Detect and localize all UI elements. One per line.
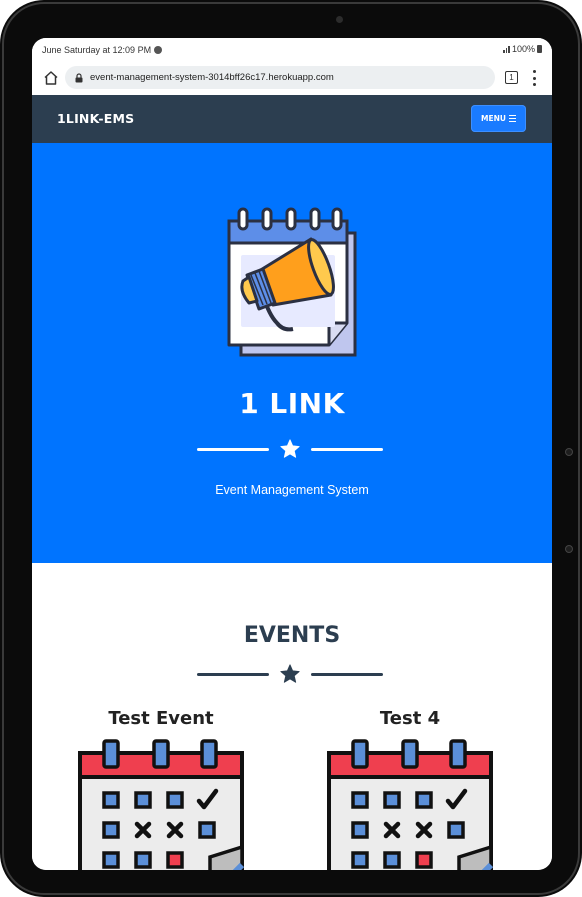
hamburger-icon bbox=[508, 115, 516, 122]
calendar-icon[interactable] bbox=[327, 739, 493, 870]
hero-section: 1 LINK Event Management System bbox=[32, 143, 552, 563]
events-divider bbox=[197, 663, 383, 685]
calendar-icon[interactable] bbox=[78, 739, 244, 870]
site-navbar: 1LINK-EMS MENU bbox=[32, 95, 552, 143]
address-bar[interactable]: event-management-system-3014bff26c17.her… bbox=[65, 66, 495, 89]
event-title[interactable]: Test 4 bbox=[310, 708, 510, 729]
menu-button[interactable]: MENU bbox=[471, 105, 526, 132]
hero-title: 1 LINK bbox=[239, 387, 345, 420]
side-button bbox=[565, 448, 573, 456]
screen: June Saturday at 12:09 PM 100% event-man… bbox=[32, 38, 552, 870]
event-title[interactable]: Test Event bbox=[61, 708, 261, 729]
megaphone-calendar-icon bbox=[227, 207, 357, 357]
tab-switcher-button[interactable]: 1 bbox=[505, 71, 518, 84]
hero-divider bbox=[197, 438, 383, 460]
message-icon bbox=[154, 46, 163, 54]
status-bar: June Saturday at 12:09 PM 100% bbox=[32, 38, 552, 62]
events-section: EVENTS Test Event Test 4 bbox=[32, 563, 552, 870]
front-camera bbox=[336, 16, 343, 23]
side-button bbox=[565, 545, 573, 553]
status-time: June Saturday at 12:09 PM bbox=[42, 45, 163, 55]
star-icon bbox=[280, 664, 300, 683]
hero-subtitle: Event Management System bbox=[215, 483, 369, 497]
battery-icon bbox=[537, 45, 542, 53]
event-card[interactable]: Test 4 bbox=[310, 708, 510, 870]
home-icon[interactable] bbox=[42, 69, 60, 87]
lock-icon bbox=[75, 72, 83, 82]
events-heading: EVENTS bbox=[243, 623, 341, 648]
star-icon bbox=[280, 439, 300, 458]
tablet-frame: June Saturday at 12:09 PM 100% event-man… bbox=[0, 0, 582, 897]
url-text: event-management-system-3014bff26c17.her… bbox=[90, 72, 334, 83]
brand-link[interactable]: 1LINK-EMS bbox=[57, 111, 134, 126]
battery-percent: 100% bbox=[511, 44, 535, 54]
signal-icon bbox=[503, 45, 510, 53]
browser-toolbar: event-management-system-3014bff26c17.her… bbox=[32, 62, 552, 94]
event-card[interactable]: Test Event bbox=[61, 708, 261, 870]
browser-menu-icon[interactable] bbox=[532, 70, 536, 86]
status-indicators: 100% bbox=[503, 44, 542, 54]
menu-label: MENU bbox=[481, 114, 506, 123]
